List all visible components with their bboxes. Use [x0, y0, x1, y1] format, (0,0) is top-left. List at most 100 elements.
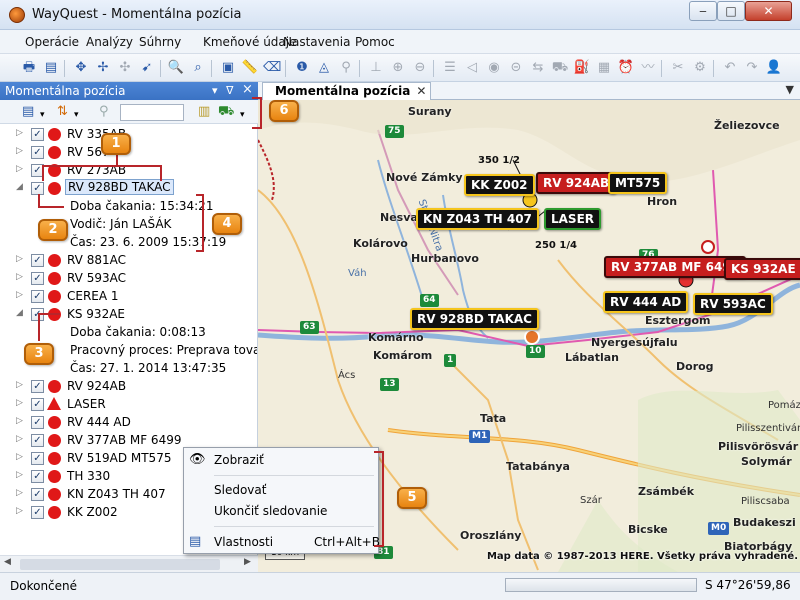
list-icon[interactable]: ☰ [441, 59, 459, 77]
vehicle-label[interactable]: RV 444 AD [67, 415, 131, 429]
maximize-button[interactable]: □ [717, 1, 745, 21]
pin-icon[interactable]: ⚲ [337, 59, 355, 77]
scroll-right-icon[interactable]: ▶ [244, 557, 251, 567]
expand-icon[interactable]: ▷ [16, 470, 23, 480]
checkbox[interactable]: ✓ [31, 434, 44, 447]
zoom-minus-icon[interactable]: ⊖ [411, 59, 429, 77]
vehicle-label[interactable]: TH 330 [67, 469, 110, 483]
checkbox[interactable]: ✓ [31, 506, 44, 519]
minus-icon[interactable]: ⊝ [507, 59, 525, 77]
back-icon[interactable]: ◁ [463, 59, 481, 77]
vehicle-label[interactable]: KN Z043 TH 407 [67, 487, 166, 501]
car-icon[interactable]: ⛟ [551, 59, 569, 77]
settings-icon[interactable]: ⚙ [691, 59, 709, 77]
vehicle-label[interactable]: RV 924AB [67, 379, 126, 393]
vehicle-map-label[interactable]: KS 932AE [724, 258, 800, 280]
expand-icon[interactable]: ▷ [16, 380, 23, 390]
vehicle-map-label[interactable]: KN Z043 TH 407 [416, 208, 539, 230]
notes-icon[interactable]: ▥ [198, 104, 210, 120]
checkbox[interactable]: ✓ [31, 146, 44, 159]
calendar-icon[interactable]: ▦ [595, 59, 613, 77]
checkbox[interactable]: ✓ [31, 416, 44, 429]
vehicle-label[interactable]: RV 377AB MF 6499 [67, 433, 181, 447]
expand-icon[interactable]: ▷ [16, 290, 23, 300]
vehicle-map-label[interactable]: MT575 [608, 172, 668, 194]
record-icon[interactable]: ◉ [485, 59, 503, 77]
tools-icon[interactable]: ✂ [669, 59, 687, 77]
vehicle-map-label[interactable]: RV 444 AD [603, 291, 689, 313]
menu-pomoc[interactable]: Pomoc [355, 35, 395, 49]
undo-icon[interactable]: ↶ [721, 59, 739, 77]
tree-row[interactable]: ▷ ✓ RV 924AB [0, 377, 250, 395]
context-item-vlastnosti[interactable]: ▤ Vlastnosti Ctrl+Alt+B [184, 532, 380, 552]
expand-icon[interactable]: ▷ [16, 452, 23, 462]
vehicle-label[interactable]: RV 519AD MT575 [67, 451, 171, 465]
dropdown-icon[interactable]: ▾ [212, 84, 218, 97]
tab-close-icon[interactable]: ✕ [416, 84, 426, 98]
expand-icon[interactable]: ▷ [16, 128, 23, 138]
print-icon[interactable]: 🖶 [20, 59, 38, 77]
arrows-icon[interactable]: ✣ [116, 59, 134, 77]
dropdown-icon[interactable]: ▾ [74, 107, 79, 123]
vehicle-map-label[interactable]: KK Z002 [464, 174, 535, 196]
info-icon[interactable]: ❶ [293, 59, 311, 77]
tree-row[interactable]: ▷ ✓ CEREA 1 [0, 287, 250, 305]
expand-icon[interactable]: ▷ [16, 434, 23, 444]
fuel-icon[interactable]: ⛽ [573, 59, 591, 77]
user-icon[interactable]: 👤 [765, 59, 783, 77]
close-panel-icon[interactable]: × [242, 82, 253, 97]
context-item-zobrazit[interactable]: 👁 Zobraziť [184, 450, 378, 470]
vehicle-label[interactable]: CEREA 1 [67, 289, 119, 303]
tab-list-dropdown-icon[interactable]: ▼ [786, 83, 794, 96]
pin-panel-icon[interactable]: ᐁ [226, 84, 234, 97]
vehicle-map-label[interactable]: LASER [544, 208, 602, 230]
wave-icon[interactable]: 〰 [639, 59, 657, 77]
vehicle-label[interactable]: RV 928BD TAKAC [65, 179, 174, 195]
eraser-icon[interactable]: ⌫ [263, 59, 281, 77]
expand-icon[interactable]: ▷ [16, 416, 23, 426]
vehicle-map-label[interactable]: RV 924AB [536, 172, 617, 194]
move-icon[interactable]: ✢ [94, 59, 112, 77]
export-icon[interactable]: ▤ [42, 59, 60, 77]
tab-momentalna-pozicia[interactable]: Momentálna pozícia ✕ [262, 82, 432, 100]
zoom-in-icon[interactable]: 🔍 [167, 59, 185, 77]
checkbox[interactable]: ✓ [31, 470, 44, 483]
expand-icon[interactable]: ▷ [16, 146, 23, 156]
menu-nastavenia[interactable]: Nastavenia [283, 35, 350, 49]
filter-icon[interactable]: ⚲ [99, 104, 109, 120]
vehicle-map-label[interactable]: RV 928BD TAKAC [410, 308, 539, 330]
close-window-button[interactable]: ✕ [745, 1, 792, 21]
tree-row[interactable]: ▷ ✓ RV 444 AD [0, 413, 250, 431]
checkbox[interactable]: ✓ [31, 272, 44, 285]
vehicle-label[interactable]: KS 932AE [67, 307, 125, 321]
position-icon[interactable]: ◬ [315, 59, 333, 77]
expand-icon[interactable]: ▷ [16, 506, 23, 516]
checkbox[interactable]: ✓ [31, 254, 44, 267]
checkbox[interactable]: ✓ [31, 452, 44, 465]
menu-operacie[interactable]: Operácie [25, 35, 79, 49]
tree-row[interactable]: ▷ ✓ RV 593AC [0, 269, 250, 287]
vehicle-label[interactable]: LASER [67, 397, 106, 411]
collapse-icon[interactable]: ◢ [16, 182, 23, 192]
vehicle-label[interactable]: RV 593AC [67, 271, 126, 285]
vehicle-map-label[interactable]: RV 593AC [693, 293, 773, 315]
dropdown-icon[interactable]: ▾ [40, 107, 45, 123]
checkbox[interactable]: ✓ [31, 380, 44, 393]
redo-icon[interactable]: ↷ [743, 59, 761, 77]
expand-icon[interactable]: ▷ [16, 272, 23, 282]
tree-row[interactable]: ▷ ✓ LASER [0, 395, 250, 413]
chart-icon[interactable]: ⊥ [367, 59, 385, 77]
sort-icon[interactable]: ⇅ [57, 104, 68, 120]
vehicle-label[interactable]: KK Z002 [67, 505, 118, 519]
map-view-icon[interactable]: ▣ [219, 59, 237, 77]
scroll-left-icon[interactable]: ◀ [4, 557, 11, 567]
pan-icon[interactable]: ✥ [72, 59, 90, 77]
zoom-area-icon[interactable]: ⌕ [189, 59, 207, 77]
expand-icon[interactable]: ▷ [16, 164, 23, 174]
view-list-icon[interactable]: ▤ [22, 104, 34, 120]
menu-suhrny[interactable]: Súhrny [139, 35, 181, 49]
checkbox[interactable]: ✓ [31, 398, 44, 411]
tractor-icon[interactable]: ⛟ [218, 104, 234, 120]
context-item-ukoncit-sledovanie[interactable]: Ukončiť sledovanie [184, 501, 378, 521]
collapse-icon[interactable]: ◢ [16, 308, 23, 318]
